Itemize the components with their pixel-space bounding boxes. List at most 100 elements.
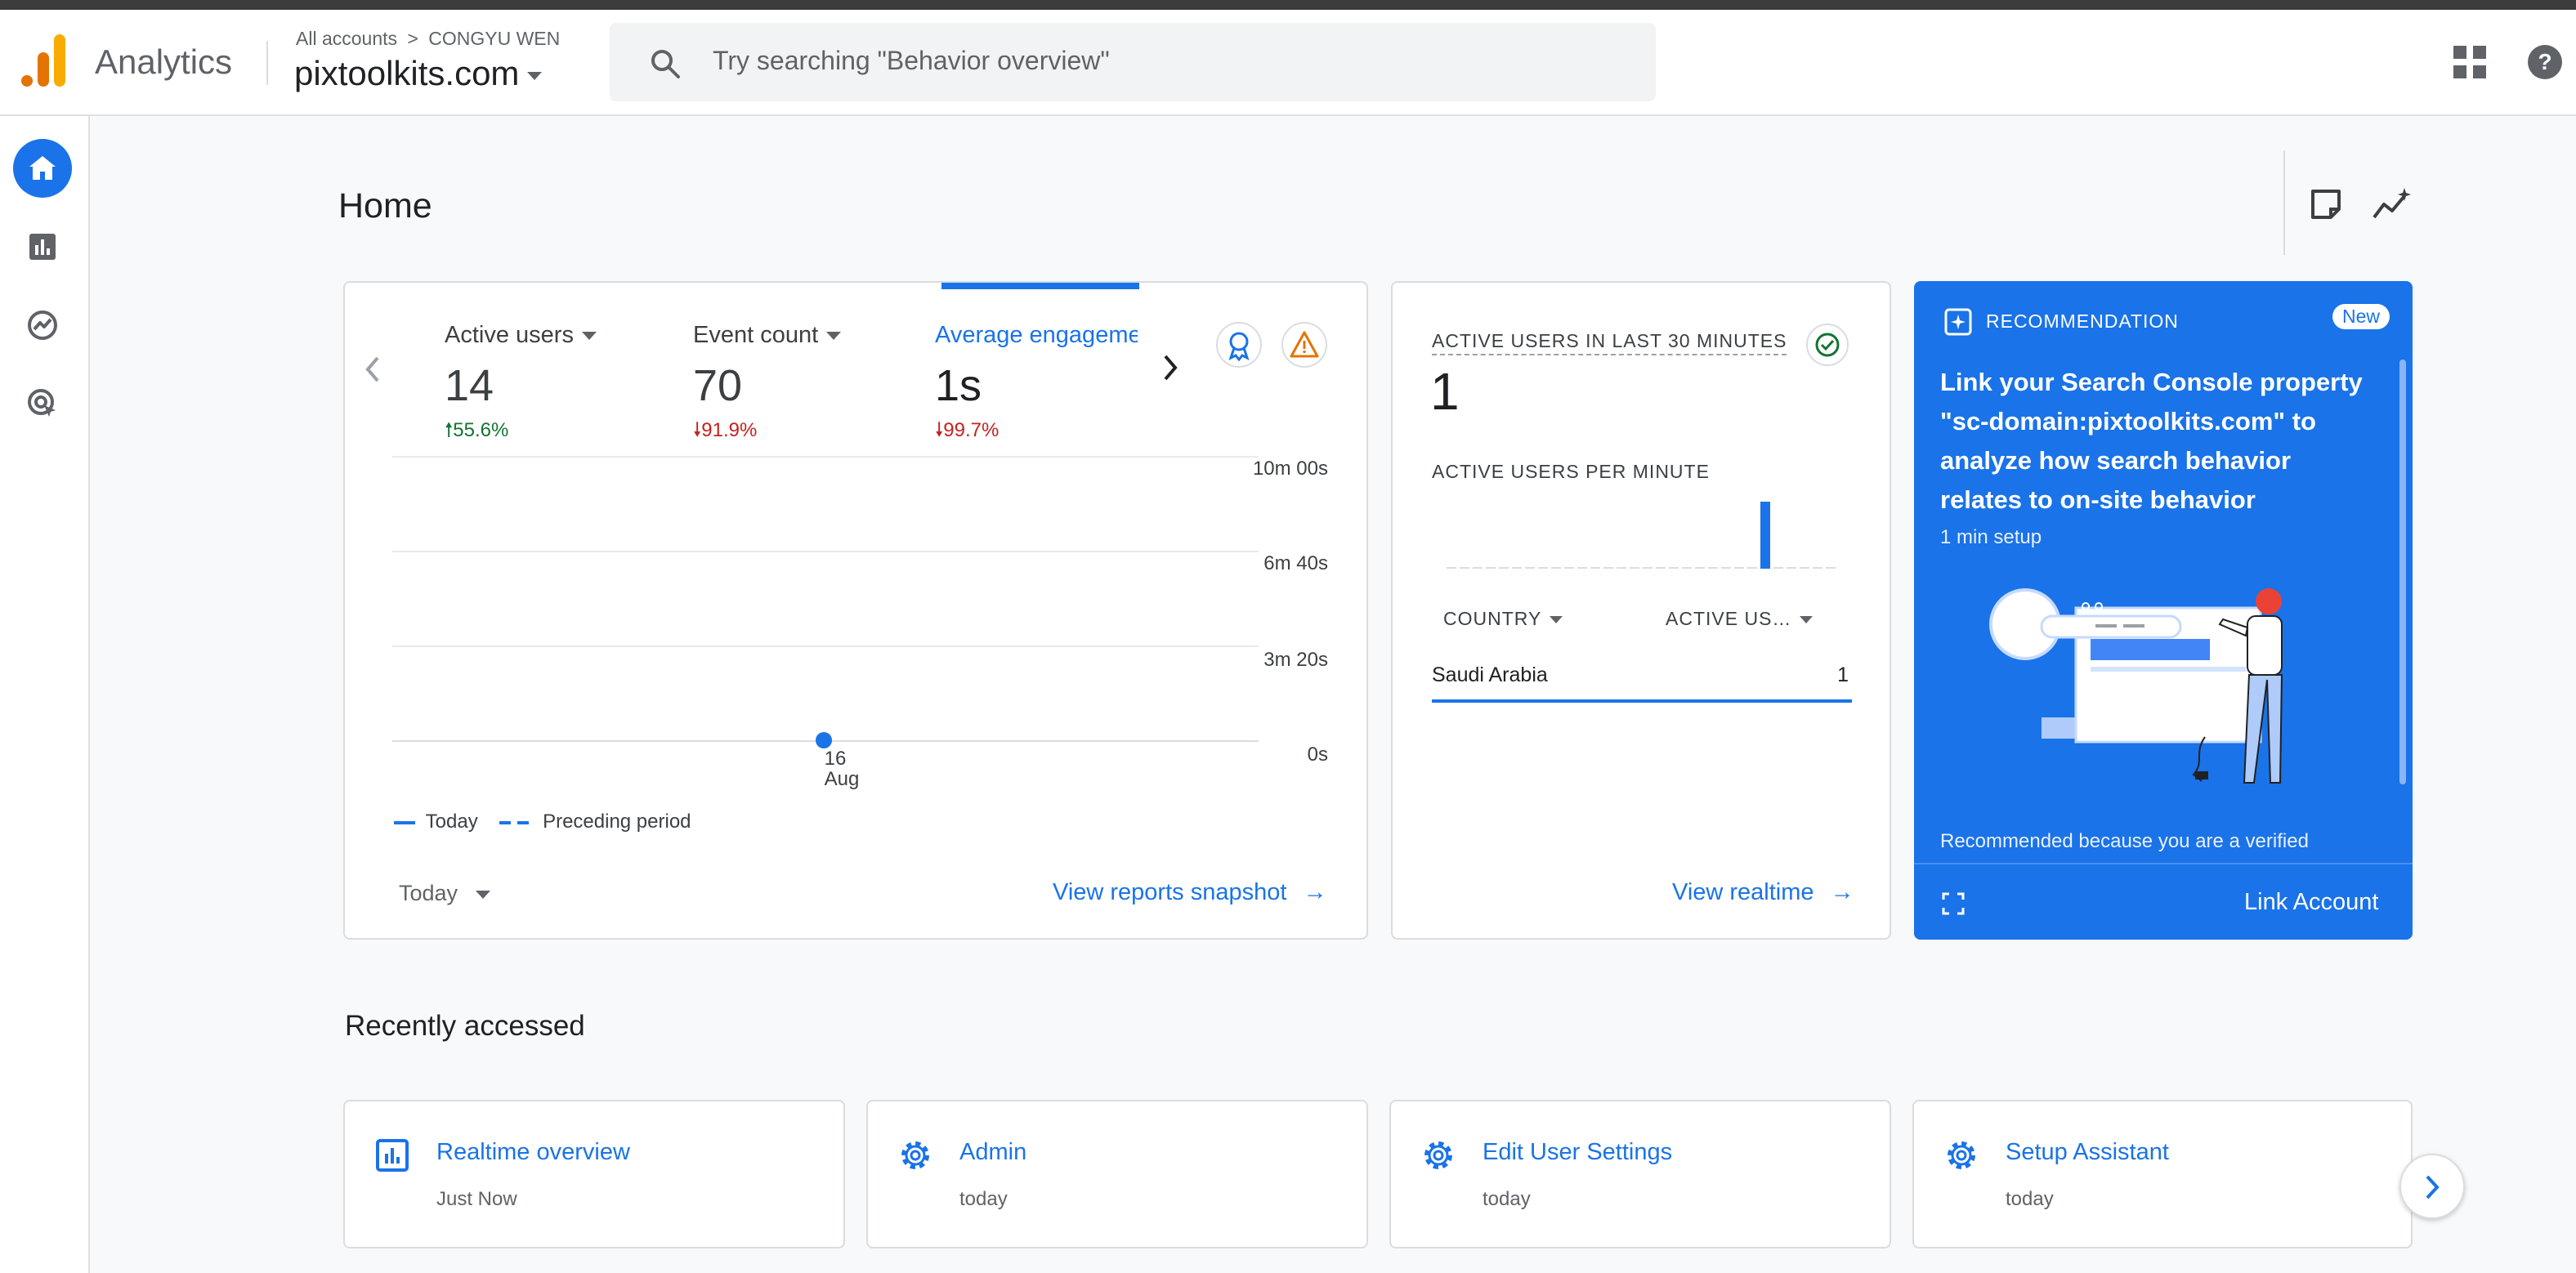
per-minute-bar[interactable] <box>1460 567 1469 569</box>
breadcrumb-all-accounts[interactable]: All accounts <box>296 28 397 49</box>
recommendation-footer-note: Recommended because you are a verified <box>1940 830 2309 852</box>
per-minute-bar[interactable] <box>1486 567 1496 569</box>
per-minute-bar[interactable] <box>1590 567 1600 569</box>
per-minute-bar[interactable] <box>1564 567 1574 569</box>
per-minute-bar[interactable] <box>1447 567 1456 569</box>
nav-explore[interactable] <box>13 296 72 355</box>
per-minute-bar[interactable] <box>1747 567 1757 569</box>
recommendation-card: RECOMMENDATION New Link your Search Cons… <box>1914 281 2413 940</box>
per-minute-bar[interactable] <box>1656 567 1666 569</box>
arrow-down-icon: 🠗 <box>693 419 702 441</box>
per-minute-bar[interactable] <box>1551 567 1561 569</box>
chevron-down-icon <box>1550 616 1563 624</box>
expand-icon[interactable] <box>1942 892 1965 915</box>
recommendation-footer: Link Account <box>1914 863 2413 940</box>
view-reports-snapshot-link[interactable]: View reports snapshot → <box>1053 879 1326 906</box>
view-reports-snapshot-label: View reports snapshot <box>1053 879 1287 905</box>
recent-item-edit-user-settings[interactable]: Edit User Settings today <box>1389 1100 1891 1248</box>
per-minute-bar[interactable] <box>1695 567 1705 569</box>
recent-item-time: today <box>959 1188 1008 1210</box>
column-active-users[interactable]: ACTIVE US… <box>1666 608 1813 630</box>
x-tick-label: 16 Aug <box>809 748 874 789</box>
insights-button[interactable] <box>2372 186 2411 222</box>
per-minute-bar[interactable] <box>1525 567 1535 569</box>
date-range-selector[interactable]: Today <box>399 881 491 906</box>
per-minute-bar[interactable] <box>1800 567 1809 569</box>
reports-icon <box>29 234 56 260</box>
column-country[interactable]: COUNTRY <box>1443 608 1563 630</box>
per-minute-bar[interactable] <box>1721 567 1731 569</box>
per-minute-bar[interactable] <box>1603 567 1613 569</box>
date-range-label: Today <box>399 881 458 905</box>
per-minute-bar[interactable] <box>1499 567 1509 569</box>
nav-reports[interactable] <box>13 217 72 276</box>
per-minute-bar[interactable] <box>1682 567 1692 569</box>
metrics-prev-button[interactable] <box>363 353 382 386</box>
realtime-title[interactable]: ACTIVE USERS IN LAST 30 MINUTES <box>1432 330 1787 355</box>
metric-value: 70 <box>693 361 743 410</box>
metric-average-engagement[interactable]: Average engageme 1s 🠗99.7% <box>935 322 1138 449</box>
apps-grid-button[interactable] <box>2452 44 2488 80</box>
metric-label: Active users <box>445 322 673 349</box>
per-minute-bar[interactable] <box>1473 567 1483 569</box>
recent-item-time: Just Now <box>436 1188 517 1210</box>
per-minute-bar[interactable] <box>1787 567 1796 569</box>
nav-advertising[interactable] <box>13 374 72 433</box>
recommendation-scrollbar[interactable] <box>2399 360 2406 784</box>
per-minute-bar[interactable] <box>1813 567 1822 569</box>
recent-item-time: today <box>2006 1188 2054 1210</box>
new-badge: New <box>2332 304 2390 329</box>
per-minute-bar[interactable] <box>1643 567 1652 569</box>
search-input[interactable]: Try searching "Behavior overview" <box>713 46 1110 76</box>
compare-button[interactable] <box>1216 322 1262 368</box>
recent-item-realtime-overview[interactable]: Realtime overview Just Now <box>343 1100 845 1248</box>
arrow-right-icon: → <box>1830 879 1854 905</box>
view-realtime-link[interactable]: View realtime → <box>1672 879 1854 906</box>
left-nav <box>0 116 90 1273</box>
per-minute-bar[interactable] <box>1734 567 1744 569</box>
chart-gridline <box>392 551 1259 552</box>
recommendation-label: RECOMMENDATION <box>1986 310 2179 332</box>
per-minute-bar[interactable] <box>1826 567 1836 569</box>
recent-next-button[interactable] <box>2399 1154 2465 1219</box>
analytics-logo[interactable] <box>21 34 67 87</box>
window-top-strip <box>0 0 2576 10</box>
per-minute-bar[interactable] <box>1760 502 1770 569</box>
property-selector[interactable]: pixtoolkits.com <box>294 54 543 93</box>
per-minute-bar[interactable] <box>1577 567 1587 569</box>
note-icon <box>2311 190 2341 219</box>
warning-icon <box>1290 331 1319 358</box>
today-data-point[interactable] <box>816 732 832 748</box>
per-minute-bar[interactable] <box>1617 567 1626 569</box>
per-minute-bar[interactable] <box>1773 567 1783 569</box>
link-account-button[interactable]: Link Account <box>2244 889 2378 916</box>
legend-preceding: Preceding period <box>543 811 691 833</box>
per-minute-bar[interactable] <box>1538 567 1548 569</box>
per-minute-bar[interactable] <box>1630 567 1639 569</box>
warning-button[interactable] <box>1281 322 1327 368</box>
gear-icon <box>1424 1141 1452 1169</box>
recommendation-setup: 1 min setup <box>1940 526 2042 548</box>
insights-sparkle-icon <box>2373 188 2411 219</box>
insights-note-button[interactable] <box>2310 188 2342 221</box>
top-header: Analytics All accounts > CONGYU WEN pixt… <box>0 10 2576 116</box>
per-minute-bar[interactable] <box>1512 567 1522 569</box>
recent-item-admin[interactable]: Admin today <box>866 1100 1368 1248</box>
help-button[interactable]: ? <box>2527 44 2563 80</box>
per-minute-chart <box>1445 498 1837 569</box>
metric-active-users[interactable]: Active users 14 🠕55.6% <box>445 322 673 449</box>
table-row[interactable]: Saudi Arabia 1 <box>1432 659 1852 703</box>
metrics-next-button[interactable] <box>1161 351 1180 384</box>
recently-accessed-title: Recently accessed <box>345 1010 585 1042</box>
metric-event-count[interactable]: Event count 70 🠗91.9% <box>693 322 922 449</box>
per-minute-bar[interactable] <box>1708 567 1718 569</box>
recent-item-setup-assistant[interactable]: Setup Assistant today <box>1912 1100 2413 1248</box>
search-bar[interactable]: Try searching "Behavior overview" <box>610 23 1656 101</box>
nav-home[interactable] <box>13 139 72 198</box>
breadcrumb-account[interactable]: CONGYU WEN <box>428 28 560 49</box>
y-tick-label: 0s <box>1307 744 1328 766</box>
per-minute-bar[interactable] <box>1669 567 1679 569</box>
y-tick-label: 10m 00s <box>1252 458 1328 480</box>
breadcrumb[interactable]: All accounts > CONGYU WEN <box>296 28 560 50</box>
chart-gridline <box>392 645 1259 647</box>
